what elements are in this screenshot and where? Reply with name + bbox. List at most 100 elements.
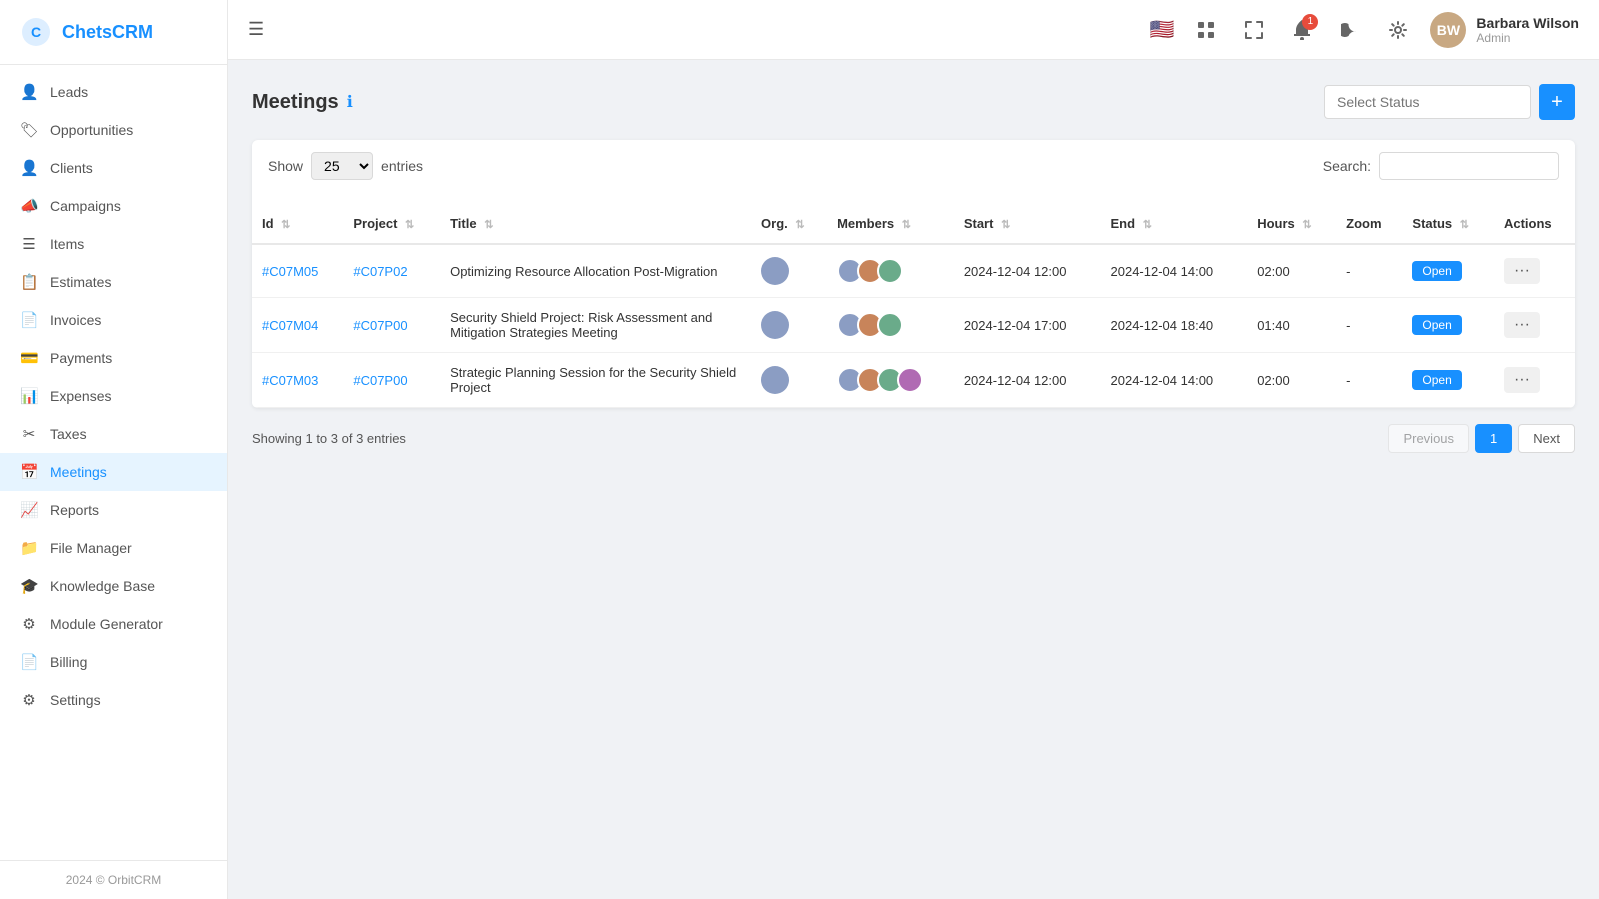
search-input[interactable] — [1379, 152, 1559, 180]
reports-icon: 📈 — [20, 501, 38, 519]
sidebar-item-campaigns[interactable]: 📣Campaigns — [0, 187, 227, 225]
module-generator-icon: ⚙ — [20, 615, 38, 633]
user-name: Barbara Wilson — [1476, 15, 1579, 31]
col-members[interactable]: Members ⇅ — [827, 204, 954, 244]
payments-icon: 💳 — [20, 349, 38, 367]
sidebar-label-payments: Payments — [50, 350, 112, 366]
actions-button[interactable]: ··· — [1504, 258, 1540, 284]
sidebar-item-items[interactable]: ☰Items — [0, 225, 227, 263]
user-profile[interactable]: BW Barbara Wilson Admin — [1430, 12, 1579, 48]
page-1-button[interactable]: 1 — [1475, 424, 1512, 453]
grid-icon[interactable] — [1190, 14, 1222, 46]
fullscreen-icon[interactable] — [1238, 14, 1270, 46]
sidebar-label-module-generator: Module Generator — [50, 616, 163, 632]
settings-icon[interactable] — [1382, 14, 1414, 46]
sort-project-icon: ⇅ — [405, 219, 414, 231]
project-link[interactable]: #C07P02 — [353, 264, 407, 279]
actions-button[interactable]: ··· — [1504, 367, 1540, 393]
cell-org — [751, 353, 827, 408]
cell-zoom: - — [1336, 298, 1402, 353]
sidebar-item-knowledge-base[interactable]: 🎓Knowledge Base — [0, 567, 227, 605]
leads-icon: 👤 — [20, 83, 38, 101]
table-row: #C07M03 #C07P00 Strategic Planning Sessi… — [252, 353, 1575, 408]
col-zoom: Zoom — [1336, 204, 1402, 244]
meetings-icon: 📅 — [20, 463, 38, 481]
col-title[interactable]: Title ⇅ — [440, 204, 751, 244]
meeting-id-link[interactable]: #C07M04 — [262, 318, 318, 333]
info-icon[interactable]: ℹ — [347, 92, 353, 112]
cell-status: Open — [1402, 353, 1494, 408]
member-avatars — [837, 312, 944, 338]
estimates-icon: 📋 — [20, 273, 38, 291]
project-link[interactable]: #C07P00 — [353, 318, 407, 333]
sidebar-item-module-generator[interactable]: ⚙ Module Generator — [0, 605, 227, 643]
sidebar-item-billing[interactable]: 📄Billing — [0, 643, 227, 681]
sidebar-nav: 👤Leads 🏷 Opportunities 👤Clients📣Campaigns☰I… — [0, 65, 227, 860]
sidebar-label-settings: Settings — [50, 692, 101, 708]
dark-mode-icon[interactable] — [1334, 14, 1366, 46]
sidebar-label-opportunities: Opportunities — [50, 122, 133, 138]
sort-start-icon: ⇅ — [1001, 219, 1010, 231]
logo[interactable]: C ChetsCRM — [0, 0, 227, 65]
org-avatar — [761, 257, 789, 285]
sidebar-item-meetings[interactable]: 📅Meetings — [0, 453, 227, 491]
org-avatar — [761, 311, 789, 339]
sidebar-item-reports[interactable]: 📈Reports — [0, 491, 227, 529]
sidebar-item-estimates[interactable]: 📋Estimates — [0, 263, 227, 301]
status-badge: Open — [1412, 370, 1461, 390]
flag-icon: 🇺🇸 — [1150, 17, 1175, 42]
col-org[interactable]: Org. ⇅ — [751, 204, 827, 244]
sidebar-item-payments[interactable]: 💳 Payments — [0, 339, 227, 377]
content: Meetings ℹ + Show 25 10 — [228, 60, 1599, 899]
cell-actions: ··· — [1494, 298, 1575, 353]
sidebar-item-taxes[interactable]: ✂Taxes — [0, 415, 227, 453]
hamburger-icon[interactable]: ☰ — [248, 19, 264, 40]
project-link[interactable]: #C07P00 — [353, 373, 407, 388]
col-status[interactable]: Status ⇅ — [1402, 204, 1494, 244]
table-body: #C07M05 #C07P02 Optimizing Resource Allo… — [252, 244, 1575, 408]
cell-id: #C07M04 — [252, 298, 343, 353]
previous-button[interactable]: Previous — [1388, 424, 1469, 453]
header-right: 🇺🇸 — [1150, 12, 1579, 48]
col-project[interactable]: Project ⇅ — [343, 204, 440, 244]
header-actions: + — [1324, 84, 1575, 120]
sidebar-item-opportunities[interactable]: 🏷 Opportunities — [0, 111, 227, 149]
cell-zoom: - — [1336, 353, 1402, 408]
cell-start: 2024-12-04 12:00 — [954, 353, 1101, 408]
col-end[interactable]: End ⇅ — [1101, 204, 1248, 244]
col-hours[interactable]: Hours ⇅ — [1247, 204, 1336, 244]
sidebar-label-file-manager: File Manager — [50, 540, 132, 556]
cell-status: Open — [1402, 298, 1494, 353]
cell-hours: 01:40 — [1247, 298, 1336, 353]
notification-icon[interactable]: 1 — [1286, 14, 1318, 46]
meeting-id-link[interactable]: #C07M05 — [262, 264, 318, 279]
col-id[interactable]: Id ⇅ — [252, 204, 343, 244]
billing-icon: 📄 — [20, 653, 38, 671]
cell-actions: ··· — [1494, 244, 1575, 298]
cell-org — [751, 244, 827, 298]
add-meeting-button[interactable]: + — [1539, 84, 1575, 120]
sidebar-item-expenses[interactable]: 📊Expenses — [0, 377, 227, 415]
sidebar-item-clients[interactable]: 👤Clients — [0, 149, 227, 187]
sort-status-icon: ⇅ — [1460, 219, 1469, 231]
col-start[interactable]: Start ⇅ — [954, 204, 1101, 244]
cell-actions: ··· — [1494, 353, 1575, 408]
member-avatars — [837, 258, 944, 284]
next-button[interactable]: Next — [1518, 424, 1575, 453]
cell-start: 2024-12-04 12:00 — [954, 244, 1101, 298]
notification-badge: 1 — [1302, 14, 1318, 30]
campaigns-icon: 📣 — [20, 197, 38, 215]
meeting-id-link[interactable]: #C07M03 — [262, 373, 318, 388]
entries-select[interactable]: 25 10 50 100 — [311, 152, 373, 180]
cell-org — [751, 298, 827, 353]
sidebar-item-leads[interactable]: 👤Leads — [0, 73, 227, 111]
show-label: Show — [268, 158, 303, 174]
actions-button[interactable]: ··· — [1504, 312, 1540, 338]
select-status-input[interactable] — [1324, 85, 1531, 119]
sidebar-item-file-manager[interactable]: 📁File Manager — [0, 529, 227, 567]
sidebar-item-settings[interactable]: ⚙Settings — [0, 681, 227, 719]
status-badge: Open — [1412, 315, 1461, 335]
sidebar-item-invoices[interactable]: 📄Invoices — [0, 301, 227, 339]
opportunities-icon: 🏷 — [20, 121, 38, 139]
sort-members-icon: ⇅ — [902, 219, 911, 231]
